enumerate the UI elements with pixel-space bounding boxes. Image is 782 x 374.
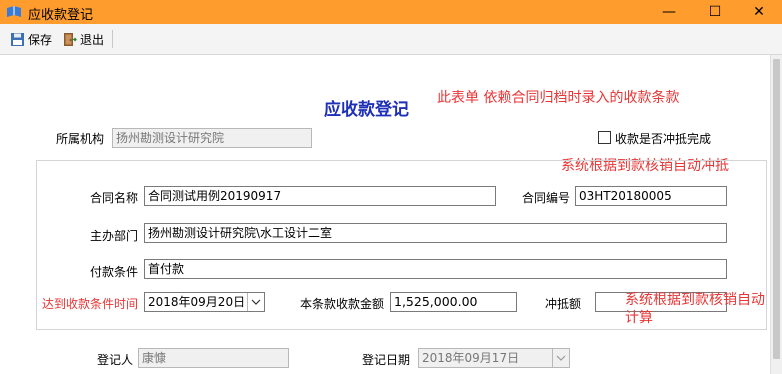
due-date-label: 达到收款条件时间 xyxy=(42,297,139,311)
dropdown-button[interactable] xyxy=(247,293,264,311)
reg-date-dropdown-button[interactable] xyxy=(552,349,569,367)
amount-field[interactable]: 1,525,000.00 xyxy=(390,292,517,312)
exit-door-icon xyxy=(64,32,77,46)
annotation-note-auto-calc: 系统根据到款核销自动 计算 xyxy=(625,291,765,327)
reg-date-value: 2018年09月17日 xyxy=(422,351,520,365)
contract-no-label: 合同编号 xyxy=(522,191,571,205)
toolbar-separator xyxy=(112,30,113,48)
title-bar: 应收款登记 — ☐ ✕ xyxy=(0,0,782,24)
registrar-field[interactable]: 康慷 xyxy=(138,348,289,368)
save-label: 保存 xyxy=(28,32,53,47)
form-title: 应收款登记 xyxy=(324,100,409,120)
annotation-note-auto-calc-line2: 计算 xyxy=(625,310,653,326)
offset-complete-label: 收款是否冲抵完成 xyxy=(615,132,712,146)
terms-label: 付款条件 xyxy=(90,265,139,279)
minimize-button[interactable]: — xyxy=(646,0,692,24)
org-label: 所属机构 xyxy=(56,132,105,146)
toolbar: 保存 退出 xyxy=(0,24,782,55)
dept-field[interactable]: 扬州勘测设计研究院\水工设计二室 xyxy=(144,223,727,243)
due-date-picker[interactable]: 2018年09月20日 xyxy=(144,292,265,312)
exit-button[interactable]: 退出 xyxy=(62,30,104,48)
contract-no-field[interactable]: 03HT20180005 xyxy=(575,186,727,206)
chevron-down-icon xyxy=(556,355,566,361)
dept-label: 主办部门 xyxy=(90,229,139,243)
amount-label: 本条款收款金额 xyxy=(300,297,385,311)
offset-amount-label: 冲抵额 xyxy=(545,297,582,311)
reg-date-picker[interactable]: 2018年09月17日 xyxy=(418,348,570,368)
scrollbar-thumb[interactable] xyxy=(773,59,780,359)
contract-name-label: 合同名称 xyxy=(90,191,139,205)
annotation-note-form-dependency: 此表单 依赖合同归档时录入的收款条款 xyxy=(437,90,680,106)
floppy-disk-icon xyxy=(11,32,24,46)
save-button[interactable]: 保存 xyxy=(10,30,52,48)
app-icon xyxy=(6,5,22,19)
chevron-down-icon xyxy=(251,299,261,305)
offset-complete-checkbox[interactable] xyxy=(598,131,611,144)
registrar-label: 登记人 xyxy=(97,353,134,367)
reg-date-label: 登记日期 xyxy=(362,353,411,367)
contract-name-field[interactable]: 合同测试用例20190917 xyxy=(144,186,496,206)
close-button[interactable]: ✕ xyxy=(736,0,782,24)
due-date-value: 2018年09月20日 xyxy=(148,295,246,309)
maximize-button[interactable]: ☐ xyxy=(692,0,738,24)
annotation-note-auto-calc-line1: 系统根据到款核销自动 xyxy=(625,292,765,308)
window-title: 应收款登记 xyxy=(28,8,94,23)
terms-field[interactable]: 首付款 xyxy=(144,259,727,279)
org-field[interactable]: 扬州勘测设计研究院 xyxy=(112,128,312,148)
vertical-scrollbar[interactable] xyxy=(770,55,782,374)
exit-label: 退出 xyxy=(80,32,105,47)
